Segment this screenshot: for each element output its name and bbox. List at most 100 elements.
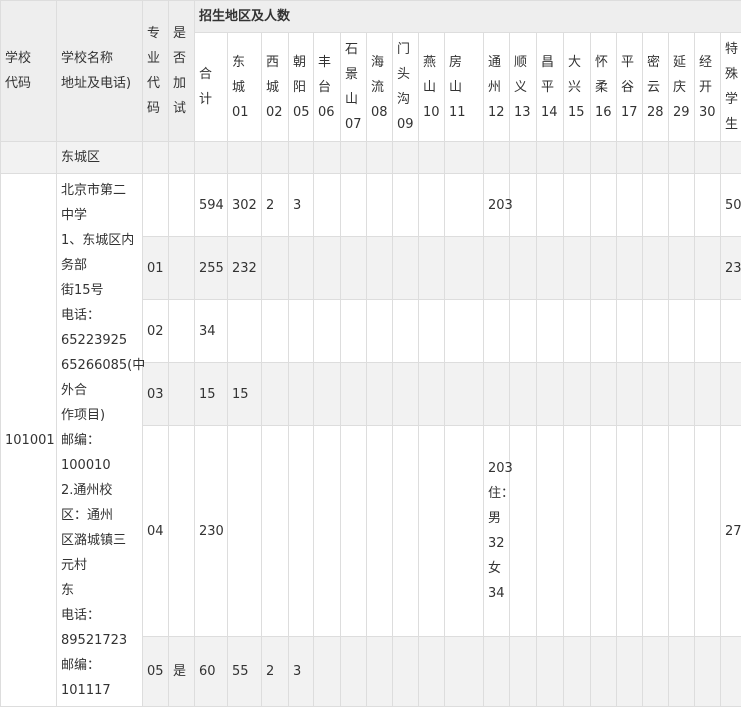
table-cell	[590, 636, 617, 707]
table-cell	[340, 636, 367, 707]
district-empty-cell	[168, 141, 195, 174]
table-cell	[392, 173, 419, 237]
table-cell	[366, 362, 393, 426]
district-empty-cell	[142, 141, 169, 174]
table-cell	[288, 299, 314, 363]
header-row-top: 学校 代码 学校名称 地址及电话) 专 业 代 码 是 否 加 试 招生地区及人…	[0, 0, 741, 142]
table-cell	[340, 299, 367, 363]
table-cell	[509, 299, 537, 363]
table-cell	[509, 636, 537, 707]
table-cell: 15	[194, 362, 228, 426]
table-cell: 60	[194, 636, 228, 707]
header-major-code: 专 业 代 码	[142, 0, 169, 142]
header-region-pinggu: 平 谷 17	[616, 32, 643, 142]
extra-test	[168, 425, 195, 637]
table-cell	[483, 236, 510, 300]
table-cell	[536, 636, 564, 707]
table-cell	[444, 636, 484, 707]
table-cell	[444, 236, 484, 300]
table-cell	[642, 636, 669, 707]
table-cell	[616, 636, 643, 707]
table-cell: 3	[288, 636, 314, 707]
district-empty-cell	[483, 141, 510, 174]
district-empty-cell	[590, 141, 617, 174]
header-region-mentougou: 门 头 沟 09	[392, 32, 419, 142]
table-cell	[288, 425, 314, 637]
table-cell	[694, 362, 721, 426]
table-cell: 203 住： 男32 女34	[483, 425, 514, 637]
table-cell	[642, 299, 669, 363]
table-cell	[694, 236, 721, 300]
table-cell: 27	[719, 425, 741, 637]
table-cell	[509, 425, 537, 637]
table-cell	[444, 425, 484, 637]
header-region-fangshan: 房 山 11	[444, 32, 484, 142]
table-cell	[563, 636, 591, 707]
extra-test	[168, 236, 195, 300]
table-cell: 23	[719, 236, 741, 300]
header-region-miyun: 密 云 28	[642, 32, 669, 142]
table-cell	[313, 425, 341, 637]
table-cell	[642, 236, 669, 300]
header-region-jingkai: 经 开 30	[694, 32, 721, 142]
table-cell	[642, 425, 669, 637]
district-empty-cell	[616, 141, 643, 174]
table-cell	[509, 236, 537, 300]
table-cell	[563, 236, 591, 300]
table-cell	[642, 173, 669, 237]
header-region-dongcheng: 东 城 01	[227, 32, 262, 142]
district-empty-cell	[366, 141, 393, 174]
header-region-total: 合 计	[194, 32, 228, 142]
table-cell	[563, 299, 591, 363]
header-region-08: 海 流 08	[366, 32, 393, 142]
district-empty-cell	[0, 141, 57, 174]
table-cell	[483, 299, 510, 363]
table-cell: 15	[227, 362, 262, 426]
table-cell: 34	[194, 299, 228, 363]
district-empty-cell	[563, 141, 591, 174]
table-cell	[340, 236, 367, 300]
header-region-changping: 昌 平 14	[536, 32, 564, 142]
table-cell	[694, 173, 721, 237]
major-code: 05	[142, 636, 169, 707]
table-cell	[313, 636, 341, 707]
district-empty-cell	[668, 141, 695, 174]
district-empty-cell	[694, 141, 721, 174]
header-region-chaoyang: 朝 阳 05	[288, 32, 314, 142]
table-cell: 3	[288, 173, 314, 237]
table-cell	[418, 362, 445, 426]
district-empty-cell	[536, 141, 564, 174]
header-region-xicheng: 西 城 02	[261, 32, 289, 142]
table-cell	[392, 299, 419, 363]
table-cell	[536, 362, 564, 426]
table-cell	[642, 362, 669, 426]
table-cell	[366, 636, 393, 707]
table-cell	[590, 173, 617, 237]
district-empty-cell	[227, 141, 262, 174]
district-empty-cell	[418, 141, 445, 174]
table-cell	[668, 173, 695, 237]
district-empty-cell	[642, 141, 669, 174]
school-code: 101001	[0, 173, 57, 707]
table-cell: 203	[483, 173, 513, 237]
extra-test	[168, 173, 195, 237]
table-cell	[392, 236, 419, 300]
table-cell	[563, 362, 591, 426]
table-cell	[694, 636, 721, 707]
district-name: 东城区	[56, 141, 143, 174]
table-cell	[261, 236, 289, 300]
admission-table: 学校 代码 学校名称 地址及电话) 专 业 代 码 是 否 加 试 招生地区及人…	[0, 0, 741, 707]
table-row: 101001 北京市第二 中学 1、东城区内 务部 街15号 电话： 65223…	[0, 173, 741, 707]
district-empty-cell	[444, 141, 484, 174]
table-cell	[366, 425, 393, 637]
table-cell	[616, 299, 643, 363]
table-cell	[668, 299, 695, 363]
table-cell	[563, 173, 591, 237]
table-cell	[418, 299, 445, 363]
table-cell	[444, 173, 484, 237]
table-cell	[483, 636, 510, 707]
district-row: 东城区	[0, 141, 741, 174]
table-cell	[563, 425, 591, 637]
extra-test	[168, 362, 195, 426]
table-cell	[509, 173, 537, 237]
